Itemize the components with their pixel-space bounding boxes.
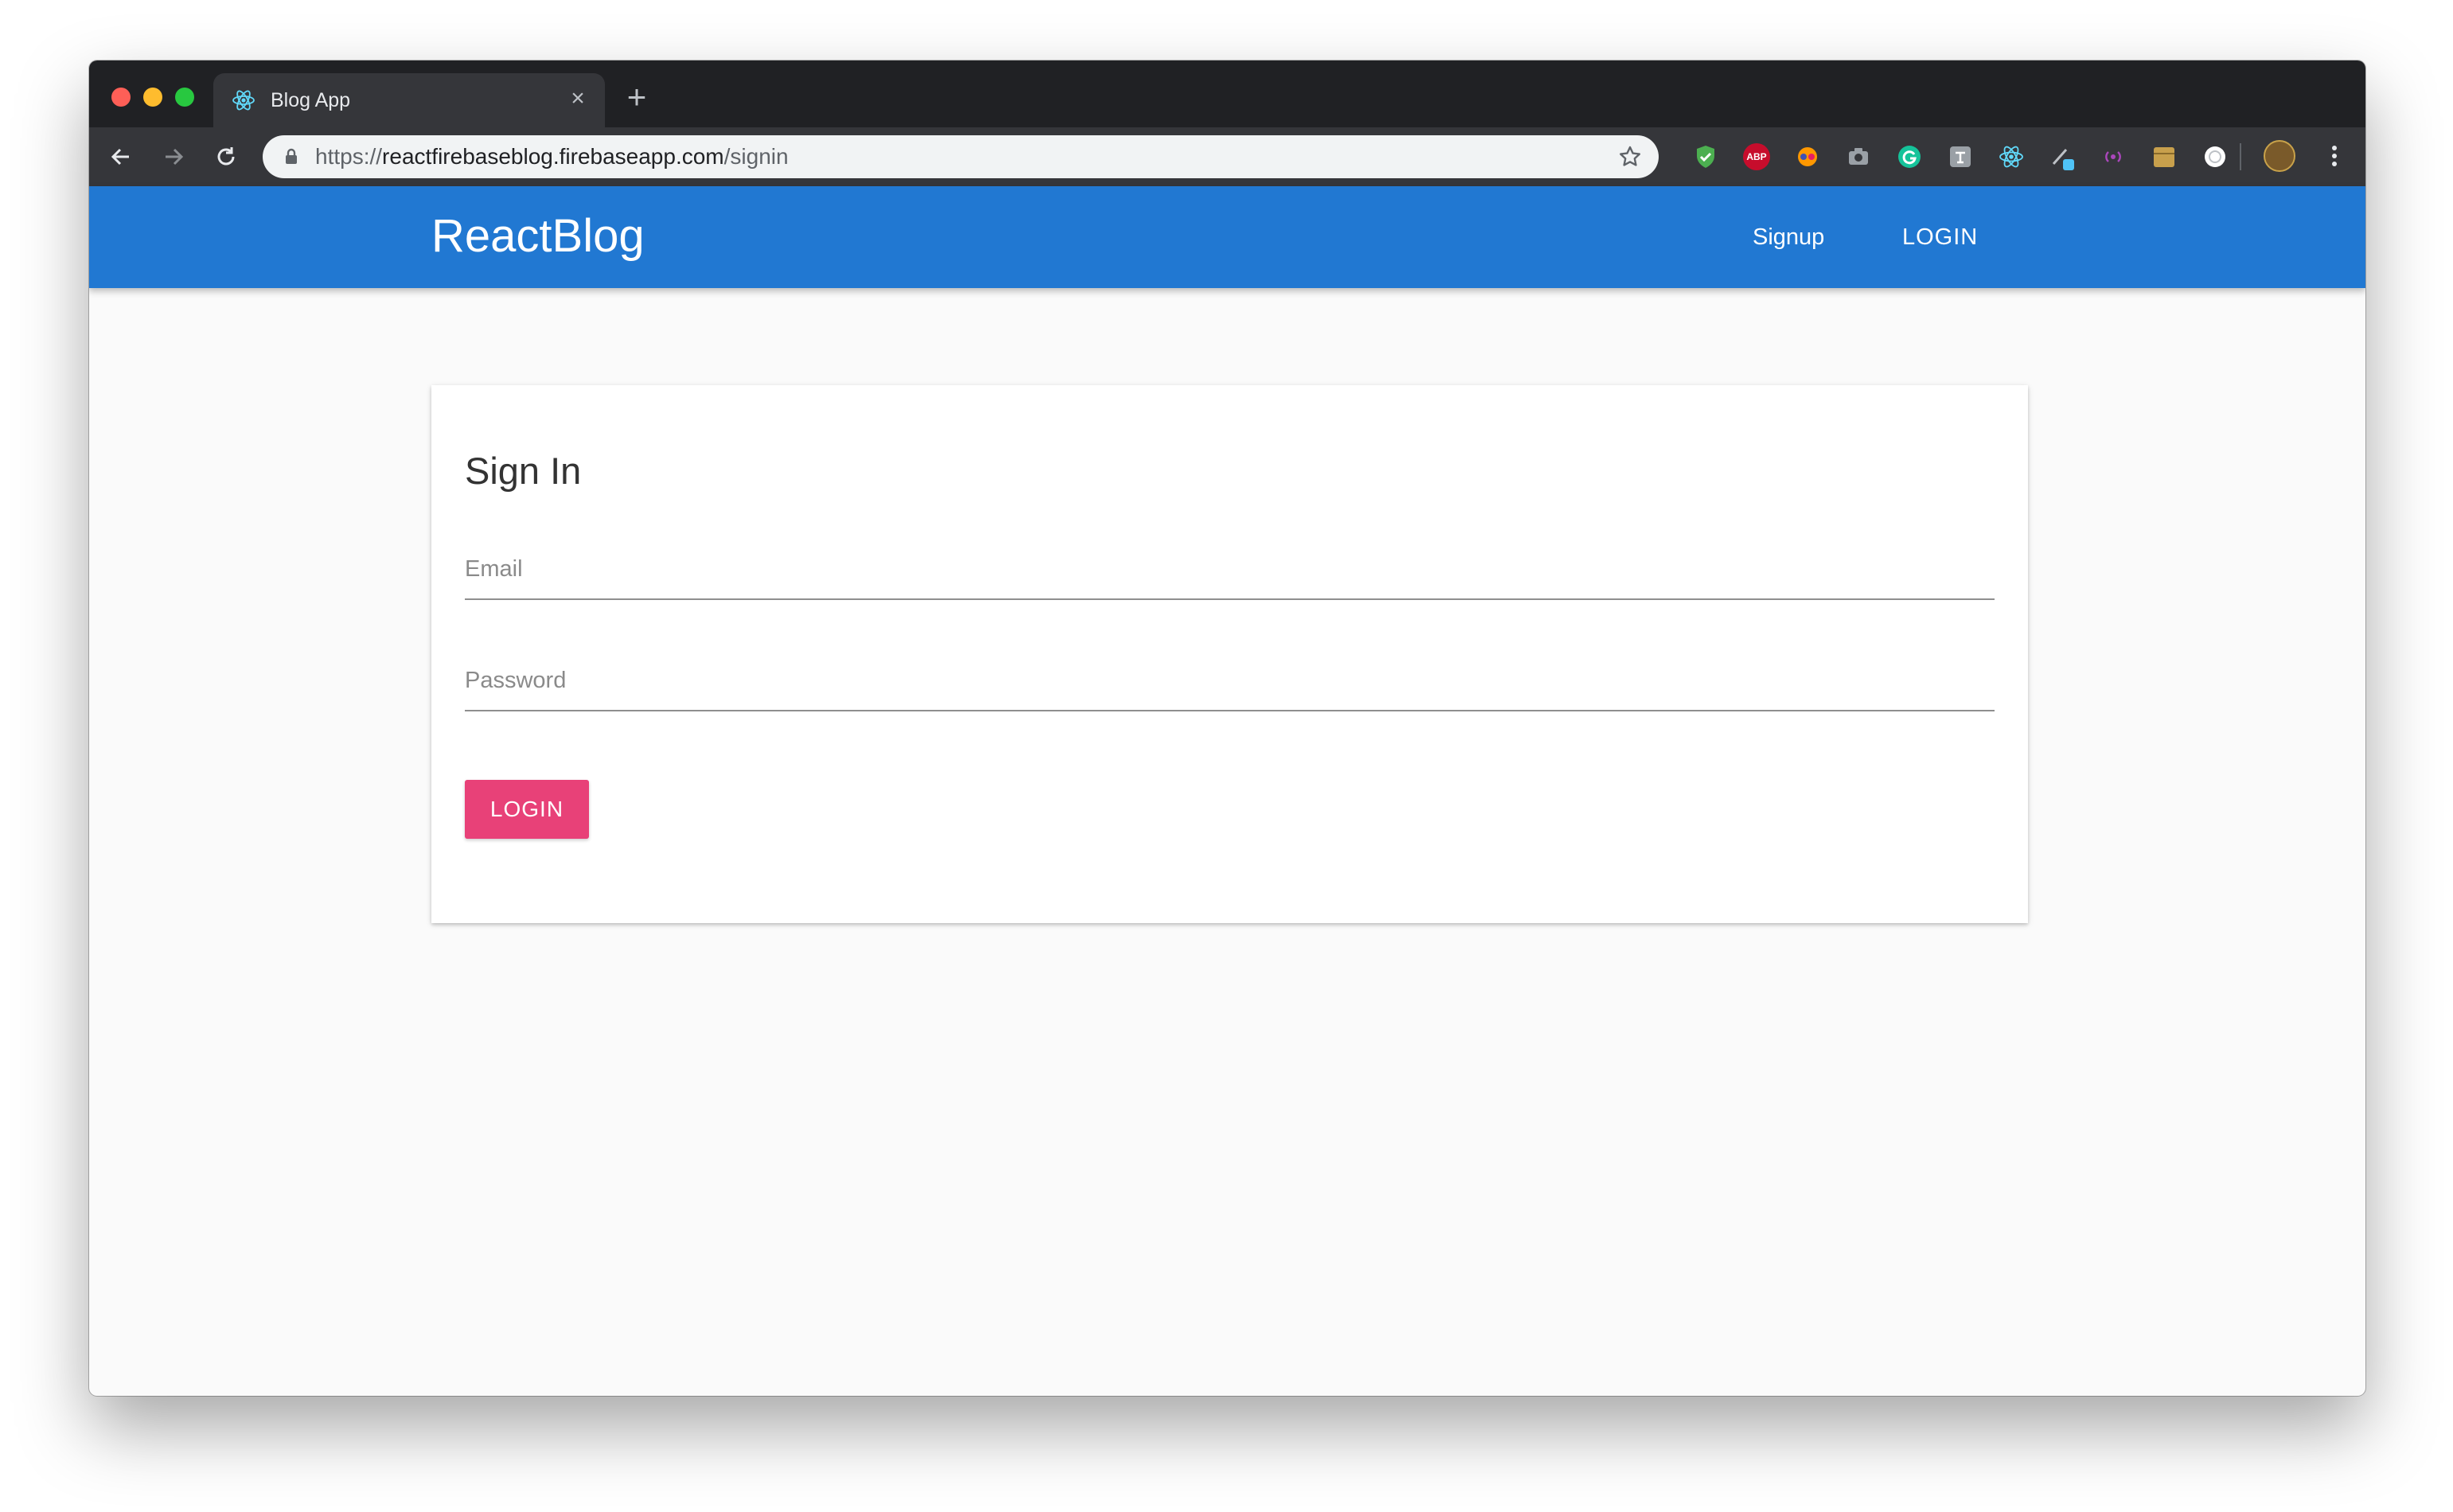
rainbow-eyes-extension-icon[interactable] xyxy=(1794,143,1821,170)
pen-tool-extension-icon[interactable] xyxy=(2049,143,2076,170)
adblock-plus-icon[interactable]: ABP xyxy=(1743,143,1770,170)
tab-strip: Blog App × + xyxy=(89,60,2365,127)
browser-tab[interactable]: Blog App × xyxy=(213,73,605,127)
bookmark-star-icon[interactable] xyxy=(1617,144,1643,170)
reload-icon[interactable] xyxy=(210,141,242,173)
url-scheme: https:// xyxy=(315,144,383,169)
url-path: /signin xyxy=(723,144,789,169)
email-field[interactable] xyxy=(465,536,1995,597)
password-field-wrapper xyxy=(465,648,1995,711)
grammarly-icon[interactable] xyxy=(1896,143,1923,170)
shield-check-extension-icon[interactable] xyxy=(1692,143,1719,170)
url-text: https://reactfirebaseblog.firebaseapp.co… xyxy=(315,145,789,169)
back-arrow-icon[interactable] xyxy=(105,141,137,173)
maximize-window-button[interactable] xyxy=(175,88,194,107)
browser-menu-icon[interactable] xyxy=(2322,140,2346,172)
browser-window: Blog App × + https://reactfirebaseblog.f… xyxy=(89,60,2365,1396)
login-button[interactable]: LOGIN xyxy=(465,780,589,839)
password-field[interactable] xyxy=(465,648,1995,708)
wireless-extension-icon[interactable] xyxy=(2100,143,2127,170)
page-title: Sign In xyxy=(465,450,582,492)
toolbar-divider xyxy=(2240,143,2241,170)
tab-title: Blog App xyxy=(271,89,351,111)
close-window-button[interactable] xyxy=(111,88,131,107)
address-bar[interactable]: https://reactfirebaseblog.firebaseapp.co… xyxy=(263,135,1659,178)
browser-toolbar: https://reactfirebaseblog.firebaseapp.co… xyxy=(89,127,2365,186)
signin-card: Sign In LOGIN xyxy=(431,385,2028,923)
email-field-wrapper xyxy=(465,536,1995,600)
email-underline xyxy=(465,598,1995,600)
circle-extension-icon[interactable] xyxy=(2201,143,2229,170)
url-host: reactfirebaseblog.firebaseapp.com xyxy=(382,144,724,169)
minimize-window-button[interactable] xyxy=(143,88,162,107)
box-extension-icon[interactable] xyxy=(2151,143,2178,170)
password-underline xyxy=(465,710,1995,711)
new-tab-button[interactable]: + xyxy=(621,80,653,114)
app-header: ReactBlog Signup LOGIN xyxy=(89,186,2365,288)
forward-arrow-icon[interactable] xyxy=(158,141,189,173)
tab-close-icon[interactable]: × xyxy=(565,86,591,111)
nav-signup-link[interactable]: Signup xyxy=(1753,221,1824,253)
profile-avatar[interactable] xyxy=(2264,140,2295,172)
lock-icon xyxy=(286,148,297,164)
nav-login-link[interactable]: LOGIN xyxy=(1902,221,1978,253)
camera-extension-icon[interactable] xyxy=(1845,143,1872,170)
translate-extension-icon[interactable] xyxy=(1947,143,1974,170)
react-favicon-icon xyxy=(232,90,255,111)
brand-title[interactable]: ReactBlog xyxy=(431,208,645,264)
react-devtools-icon[interactable] xyxy=(1998,143,2025,170)
